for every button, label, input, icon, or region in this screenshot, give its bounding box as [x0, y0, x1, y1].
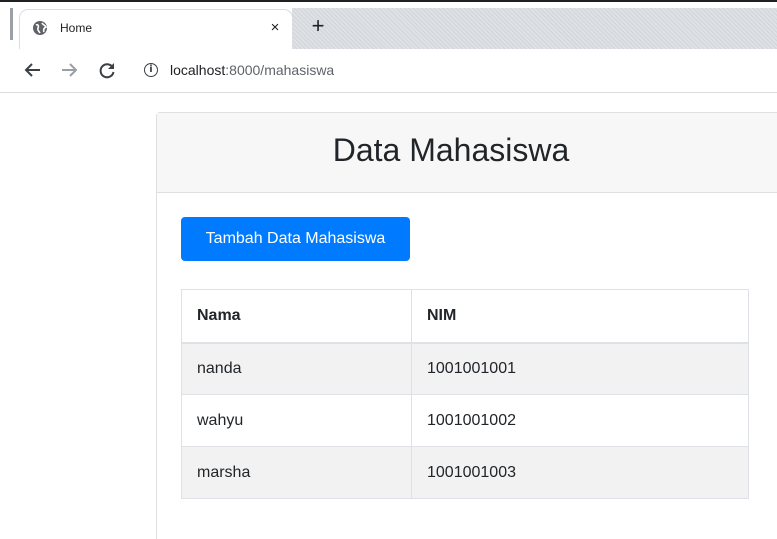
close-tab-icon[interactable]: × — [266, 19, 284, 37]
cell-nim: 1001001003 — [411, 446, 749, 499]
reload-button[interactable] — [96, 59, 118, 81]
globe-icon — [33, 21, 48, 35]
browser-tabstrip: Home × + — [0, 0, 777, 49]
card-header: Data Mahasiswa — [157, 113, 777, 193]
browser-tab-home[interactable]: Home × — [20, 10, 292, 49]
table-header-row: Nama NIM — [181, 289, 749, 344]
address-bar[interactable]: localhost:8000/mahasiswa — [170, 62, 334, 78]
add-mahasiswa-button[interactable]: Tambah Data Mahasiswa — [181, 217, 410, 261]
tabstrip-background — [292, 8, 777, 49]
column-header-nim: NIM — [411, 289, 749, 344]
table-row: wahyu 1001001002 — [181, 394, 749, 447]
page-title: Data Mahasiswa — [332, 132, 570, 168]
content-card: Data Mahasiswa Tambah Data Mahasiswa Nam… — [156, 112, 777, 539]
cell-nama: marsha — [181, 446, 412, 499]
info-icon[interactable]: i — [144, 63, 158, 77]
new-tab-button[interactable]: + — [308, 15, 328, 37]
tab-title: Home — [60, 21, 93, 35]
column-header-nama: Nama — [181, 289, 412, 344]
cell-nama: wahyu — [181, 394, 412, 447]
table-row: marsha 1001001003 — [181, 446, 749, 499]
window-edge — [10, 8, 13, 40]
cell-nim: 1001001001 — [411, 342, 749, 395]
cell-nim: 1001001002 — [411, 394, 749, 447]
forward-button[interactable] — [58, 59, 80, 81]
mahasiswa-table: Nama NIM nanda 1001001001 wahyu 10010010… — [181, 289, 749, 499]
url-host: localhost — [170, 62, 226, 78]
url-path: :8000/mahasiswa — [225, 62, 335, 78]
browser-toolbar: i localhost:8000/mahasiswa — [0, 49, 777, 93]
back-button[interactable] — [22, 59, 44, 81]
cell-nama: nanda — [181, 342, 412, 395]
table-row: nanda 1001001001 — [181, 342, 749, 395]
window-top-border — [0, 0, 777, 2]
